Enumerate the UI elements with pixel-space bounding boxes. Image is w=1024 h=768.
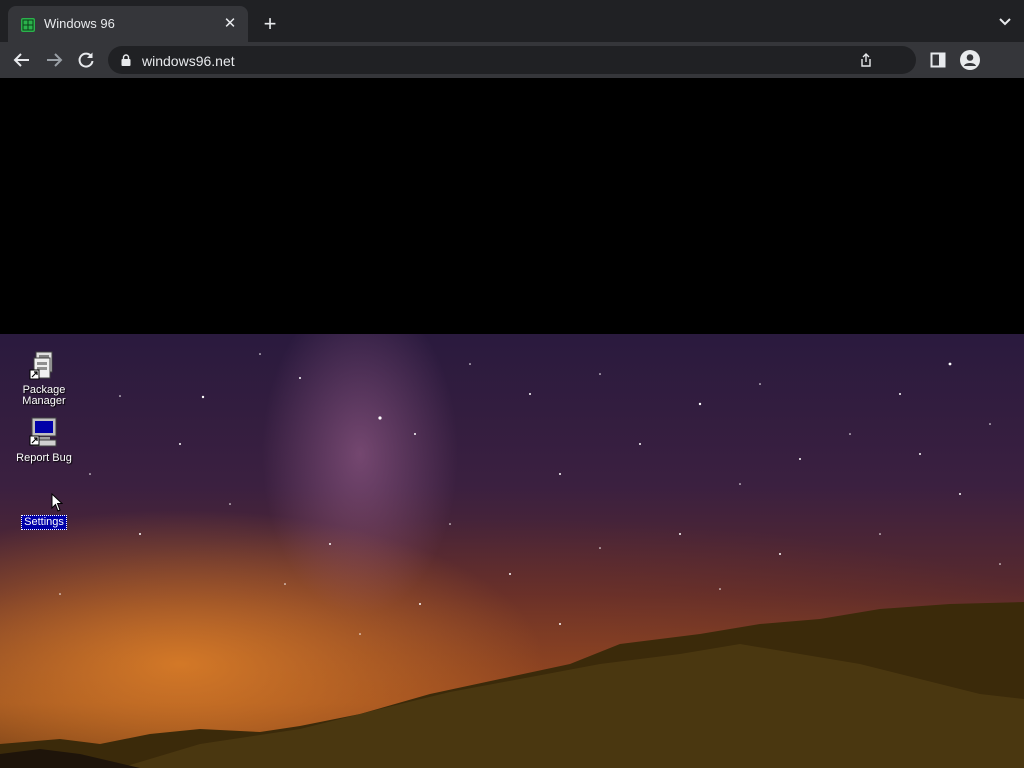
- forward-arrow-icon[interactable]: [44, 50, 64, 70]
- desktop-wallpaper[interactable]: Package Manager Report Bug Settings: [0, 334, 1024, 768]
- url-text[interactable]: windows96.net: [142, 53, 235, 69]
- share-icon[interactable]: [858, 52, 874, 68]
- tab-title: Windows 96: [44, 16, 115, 31]
- mountain-silhouette: [0, 602, 1024, 768]
- profile-avatar-icon[interactable]: [959, 49, 981, 71]
- package-manager-icon: [29, 351, 53, 380]
- chevron-down-icon[interactable]: [998, 17, 1012, 27]
- back-arrow-icon[interactable]: [12, 50, 32, 70]
- close-tab-icon[interactable]: ✕: [220, 14, 240, 34]
- desktop-icon-report-bug[interactable]: Report Bug: [4, 416, 84, 466]
- page-viewport: Package Manager Report Bug Settings: [0, 78, 1024, 768]
- icon-label: Settings: [21, 515, 67, 530]
- browser-tab-strip: Windows 96 ✕ +: [0, 0, 1024, 42]
- address-bar[interactable]: windows96.net: [108, 46, 916, 74]
- lock-icon: [121, 54, 131, 66]
- side-panel-icon[interactable]: [930, 52, 946, 68]
- windows96-favicon-icon: [21, 18, 35, 32]
- icon-label: Report Bug: [16, 452, 72, 464]
- new-tab-button[interactable]: +: [258, 13, 282, 37]
- computer-icon: [29, 417, 57, 447]
- reload-icon[interactable]: [76, 50, 96, 70]
- browser-toolbar: windows96.net: [0, 42, 1024, 78]
- desktop-icon-package-manager[interactable]: Package Manager: [4, 350, 84, 409]
- browser-tab[interactable]: Windows 96 ✕: [8, 6, 248, 42]
- icon-label: Package Manager: [22, 384, 66, 407]
- desktop-icon-settings[interactable]: Settings: [4, 480, 84, 530]
- mouse-pointer-icon: [51, 493, 63, 512]
